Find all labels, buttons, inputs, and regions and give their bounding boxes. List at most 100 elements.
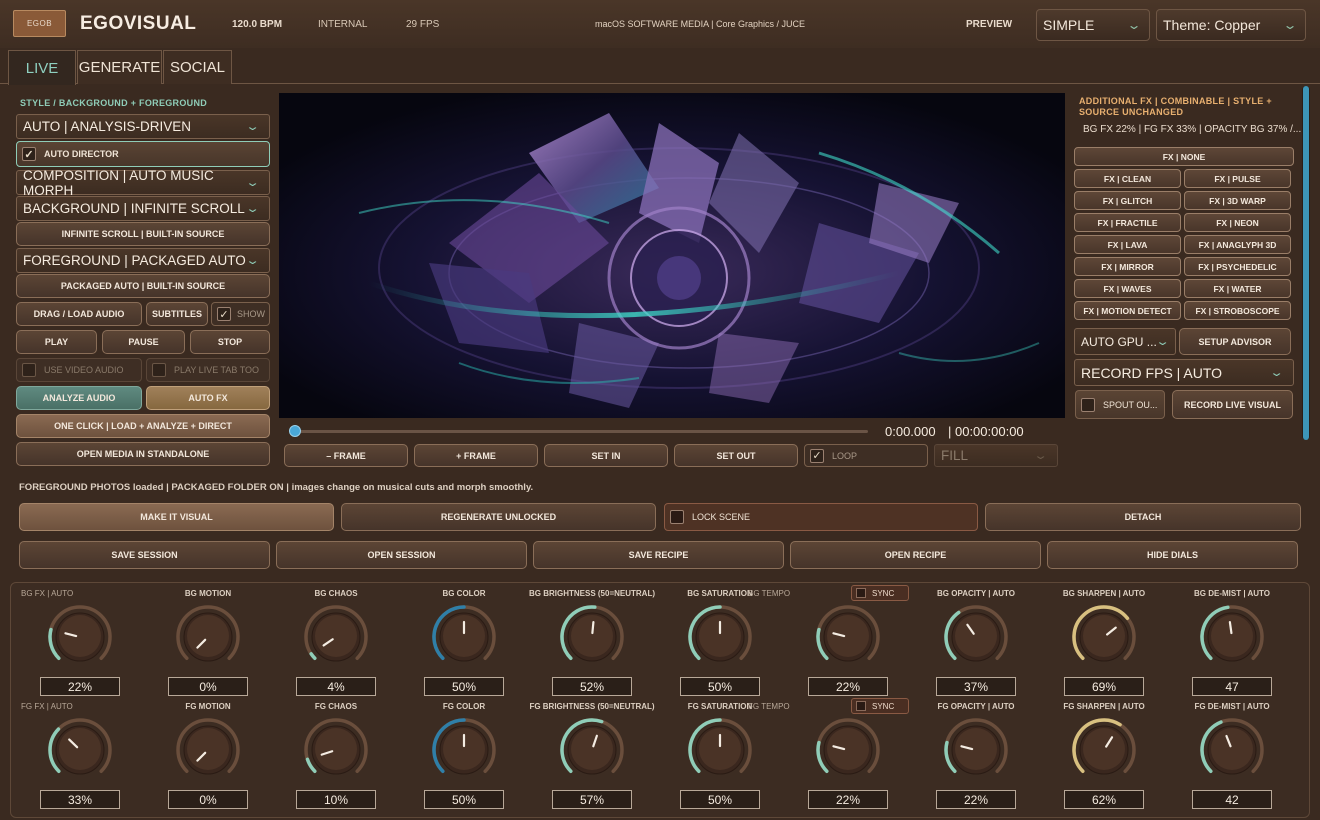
dial-value-box[interactable]: 52% xyxy=(552,677,632,696)
one-click-button[interactable]: ONE CLICK | LOAD + ANALYZE + DIRECT xyxy=(16,414,270,438)
fg-source-button[interactable]: PACKAGED AUTO | BUILT-IN SOURCE xyxy=(16,274,270,298)
setup-advisor-button[interactable]: SETUP ADVISOR xyxy=(1179,328,1291,355)
knob-dial[interactable] xyxy=(1070,603,1138,671)
show-subtitles-toggle[interactable]: ✓ SHOW xyxy=(211,302,270,326)
dial-value-box[interactable]: 57% xyxy=(552,790,632,809)
make-it-visual-button[interactable]: MAKE IT VISUAL xyxy=(19,503,334,531)
subtitles-button[interactable]: SUBTITLES xyxy=(146,302,208,326)
knob-dial[interactable] xyxy=(46,603,114,671)
fx-button[interactable]: FX | CLEAN xyxy=(1074,169,1181,188)
fx-button[interactable]: FX | WATER xyxy=(1184,279,1291,298)
tab-social[interactable]: SOCIAL xyxy=(163,50,232,84)
fx-button[interactable]: FX | LAVA xyxy=(1074,235,1181,254)
open-recipe-button[interactable]: OPEN RECIPE xyxy=(790,541,1041,569)
gpu-select[interactable]: AUTO GPU ... ⌄ xyxy=(1074,328,1176,355)
knob-dial[interactable] xyxy=(1070,716,1138,784)
dial-value-box[interactable]: 4% xyxy=(296,677,376,696)
fx-button[interactable]: FX | PULSE xyxy=(1184,169,1291,188)
play-button[interactable]: PLAY xyxy=(16,330,97,354)
knob-dial[interactable] xyxy=(686,603,754,671)
knob-dial[interactable] xyxy=(174,716,242,784)
tab-live[interactable]: LIVE xyxy=(8,50,76,85)
fx-button[interactable]: FX | FRACTILE xyxy=(1074,213,1181,232)
composition-select[interactable]: COMPOSITION | AUTO MUSIC MORPH ⌄ xyxy=(16,168,270,198)
mode-select[interactable]: SIMPLE ⌄ xyxy=(1036,9,1150,41)
set-in-button[interactable]: SET IN xyxy=(544,444,668,467)
dial-value-box[interactable]: 62% xyxy=(1064,790,1144,809)
knob-dial[interactable] xyxy=(1198,603,1266,671)
bg-source-button[interactable]: INFINITE SCROLL | BUILT-IN SOURCE xyxy=(16,222,270,246)
analyze-audio-button[interactable]: ANALYZE AUDIO xyxy=(16,386,142,410)
open-media-standalone-button[interactable]: OPEN MEDIA IN STANDALONE xyxy=(16,442,270,466)
dial-value-box[interactable]: 69% xyxy=(1064,677,1144,696)
fx-button[interactable]: FX | ANAGLYPH 3D xyxy=(1184,235,1291,254)
open-session-button[interactable]: OPEN SESSION xyxy=(276,541,527,569)
knob-dial[interactable] xyxy=(1198,716,1266,784)
plus-frame-button[interactable]: + FRAME xyxy=(414,444,538,467)
detach-button[interactable]: DETACH xyxy=(985,503,1301,531)
knob-dial[interactable] xyxy=(302,603,370,671)
dial-value-box[interactable]: 22% xyxy=(808,677,888,696)
fx-button[interactable]: FX | MOTION DETECT xyxy=(1074,301,1181,320)
dial-value-box[interactable]: 47 xyxy=(1192,677,1272,696)
set-out-button[interactable]: SET OUT xyxy=(674,444,798,467)
knob-dial[interactable] xyxy=(814,603,882,671)
style-select[interactable]: AUTO | ANALYSIS-DRIVEN ⌄ xyxy=(16,114,270,139)
right-panel-scrollbar-thumb[interactable] xyxy=(1303,86,1309,440)
regenerate-unlocked-button[interactable]: REGENERATE UNLOCKED xyxy=(341,503,656,531)
timeline-playhead[interactable] xyxy=(289,425,301,437)
fx-button[interactable]: FX | STROBOSCOPE xyxy=(1184,301,1291,320)
tempo-sync-toggle[interactable]: SYNC xyxy=(851,698,909,714)
tempo-sync-toggle[interactable]: SYNC xyxy=(851,585,909,601)
fit-mode-select[interactable]: FILL ⌄ xyxy=(934,444,1058,467)
dial-value-box[interactable]: 33% xyxy=(40,790,120,809)
dial-value-box[interactable]: 42 xyxy=(1192,790,1272,809)
fx-button[interactable]: FX | NEON xyxy=(1184,213,1291,232)
dial-value-box[interactable]: 22% xyxy=(808,790,888,809)
record-fps-select[interactable]: RECORD FPS | AUTO ⌄ xyxy=(1074,359,1294,386)
hide-dials-button[interactable]: HIDE DIALS xyxy=(1047,541,1298,569)
lock-scene-toggle[interactable]: LOCK SCENE xyxy=(664,503,978,531)
dial-value-box[interactable]: 50% xyxy=(424,790,504,809)
minus-frame-button[interactable]: – FRAME xyxy=(284,444,408,467)
fx-button[interactable]: FX | GLITCH xyxy=(1074,191,1181,210)
record-live-visual-button[interactable]: RECORD LIVE VISUAL xyxy=(1172,390,1293,419)
knob-dial[interactable] xyxy=(686,716,754,784)
dial-value-box[interactable]: 50% xyxy=(680,677,760,696)
use-video-audio-toggle[interactable]: USE VIDEO AUDIO xyxy=(16,358,142,382)
fx-none-button[interactable]: FX | NONE xyxy=(1074,147,1294,166)
spout-output-toggle[interactable]: SPOUT OU... xyxy=(1075,390,1165,419)
pause-button[interactable]: PAUSE xyxy=(102,330,185,354)
fx-button[interactable]: FX | MIRROR xyxy=(1074,257,1181,276)
dial-value-box[interactable]: 0% xyxy=(168,790,248,809)
dial-value-box[interactable]: 37% xyxy=(936,677,1016,696)
timeline-track[interactable] xyxy=(294,430,868,433)
knob-dial[interactable] xyxy=(302,716,370,784)
fx-button[interactable]: FX | PSYCHEDELIC xyxy=(1184,257,1291,276)
auto-director-toggle[interactable]: ✓ AUTO DIRECTOR xyxy=(16,141,270,167)
knob-dial[interactable] xyxy=(942,603,1010,671)
dial-value-box[interactable]: 50% xyxy=(680,790,760,809)
video-preview[interactable] xyxy=(279,93,1065,418)
knob-dial[interactable] xyxy=(430,716,498,784)
dial-value-box[interactable]: 0% xyxy=(168,677,248,696)
knob-dial[interactable] xyxy=(558,716,626,784)
play-live-tab-toggle[interactable]: PLAY LIVE TAB TOO xyxy=(146,358,270,382)
foreground-select[interactable]: FOREGROUND | PACKAGED AUTO ⌄ xyxy=(16,248,270,273)
knob-dial[interactable] xyxy=(814,716,882,784)
save-recipe-button[interactable]: SAVE RECIPE xyxy=(533,541,784,569)
knob-dial[interactable] xyxy=(942,716,1010,784)
theme-select[interactable]: Theme: Copper ⌄ xyxy=(1156,9,1306,41)
tab-generate[interactable]: GENERATE xyxy=(77,50,162,84)
loop-toggle[interactable]: ✓ LOOP xyxy=(804,444,928,467)
knob-dial[interactable] xyxy=(430,603,498,671)
dial-value-box[interactable]: 50% xyxy=(424,677,504,696)
dial-value-box[interactable]: 22% xyxy=(936,790,1016,809)
auto-fx-button[interactable]: AUTO FX xyxy=(146,386,270,410)
knob-dial[interactable] xyxy=(46,716,114,784)
dial-value-box[interactable]: 22% xyxy=(40,677,120,696)
dial-value-box[interactable]: 10% xyxy=(296,790,376,809)
knob-dial[interactable] xyxy=(174,603,242,671)
stop-button[interactable]: STOP xyxy=(190,330,270,354)
background-select[interactable]: BACKGROUND | INFINITE SCROLL ⌄ xyxy=(16,196,270,221)
